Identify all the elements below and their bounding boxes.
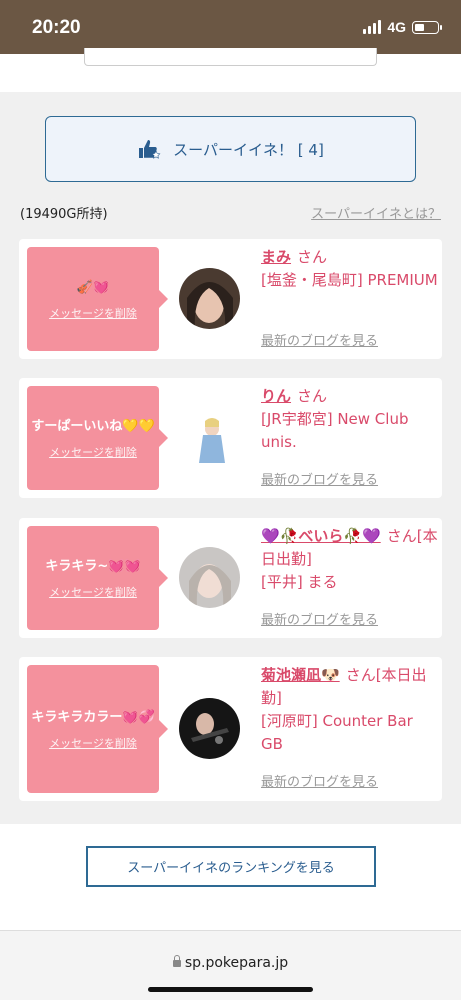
like-card: すーぱーいいね💛💛 メッセージを削除 りん さん [JR宇都宮] New Club… [19,378,442,498]
ranking-button[interactable]: スーパーイイネのランキングを見る [86,846,376,887]
super-like-label: スーパーイイネ！ [ 4] [173,140,324,159]
delete-message-link[interactable]: メッセージを削除 [49,444,137,460]
status-indicators: 4G [363,19,442,35]
girl-name-link[interactable]: 💜🥀べいら🥀💜 [261,527,381,545]
shop-name: [河原町] Counter Bar GB [261,712,413,753]
status-bar: 20:20 4G [0,0,461,54]
battery-icon [412,20,442,34]
thumbs-up-star-icon [139,140,161,159]
delete-message-link[interactable]: メッセージを削除 [49,735,137,751]
girl-info: 💜🥀べいら🥀💜 さん[本日出勤] [平井] まる [261,525,439,594]
girl-name-link[interactable]: まみ [261,248,291,266]
honorific: さん [297,248,328,266]
shop-name: [塩釜・尾島町] PREMIUM [261,271,438,289]
girl-info: りん さん [JR宇都宮] New Club unis. [261,385,439,454]
network-type: 4G [387,19,406,35]
message-text: すーぱーいいね💛💛 [31,418,155,434]
super-like-button[interactable]: スーパーイイネ！ [ 4] [45,116,416,182]
shop-name: [JR宇都宮] New Club unis. [261,410,409,451]
top-section [0,48,461,92]
url-text: sp.pokepara.jp [184,955,289,971]
honorific: さん [297,387,328,405]
ranking-section: スーパーイイネのランキングを見る [0,824,461,930]
latest-blog-link[interactable]: 最新のブログを見る [261,771,378,790]
like-card: 🎻💓 メッセージを削除 まみ さん [塩釜・尾島町] PREMIUM 最新のブログ… [19,239,442,359]
lock-icon [172,955,181,967]
signal-icon [363,20,382,34]
message-text: キラキラカラー💓💞 [31,709,155,725]
url-display[interactable]: sp.pokepara.jp [0,955,461,971]
girl-name-link[interactable]: りん [261,387,291,405]
what-is-super-like-link[interactable]: スーパーイイネとは？ [311,203,441,222]
avatar[interactable] [179,268,240,329]
message-text: 🎻💓 [76,279,110,295]
share-box [84,48,377,66]
avatar[interactable] [179,547,240,608]
message-text: キラキラ~💓💓 [45,558,141,574]
status-time: 20:20 [32,17,81,38]
girl-name-link[interactable]: 菊池瀬凪🐶 [261,666,340,684]
message-bubble: 🎻💓 メッセージを削除 [27,247,168,351]
browser-address-bar[interactable]: sp.pokepara.jp [0,930,461,1000]
girl-info: まみ さん [塩釜・尾島町] PREMIUM [261,246,439,292]
message-bubble: キラキラカラー💓💞 メッセージを削除 [27,665,168,793]
latest-blog-link[interactable]: 最新のブログを見る [261,609,378,628]
girl-info: 菊池瀬凪🐶 さん[本日出勤] [河原町] Counter Bar GB [261,664,439,756]
message-bubble: キラキラ~💓💓 メッセージを削除 [27,526,168,630]
avatar[interactable] [179,698,240,759]
avatar[interactable] [179,407,240,468]
delete-message-link[interactable]: メッセージを削除 [49,305,137,321]
home-indicator[interactable] [148,987,313,992]
latest-blog-link[interactable]: 最新のブログを見る [261,469,378,488]
shop-name: [平井] まる [261,573,338,591]
points-owned: (19490G所持) [20,207,108,222]
delete-message-link[interactable]: メッセージを削除 [49,584,137,600]
message-bubble: すーぱーいいね💛💛 メッセージを削除 [27,386,168,490]
like-card: キラキラ~💓💓 メッセージを削除 💜🥀べいら🥀💜 さん[本日出勤] [平井] まる… [19,518,442,638]
latest-blog-link[interactable]: 最新のブログを見る [261,330,378,349]
like-card: キラキラカラー💓💞 メッセージを削除 菊池瀬凪🐶 さん[本日出勤] [河原町] C… [19,657,442,801]
